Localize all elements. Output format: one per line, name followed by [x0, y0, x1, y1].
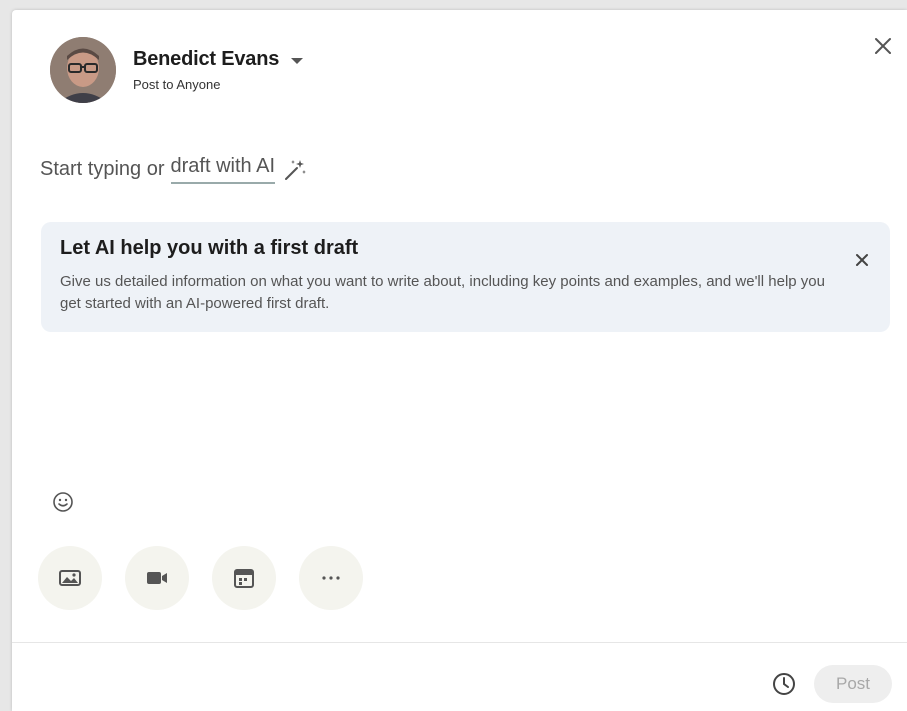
close-icon[interactable]	[871, 34, 895, 58]
post-composer-modal: Benedict Evans Post to Anyone Start typi…	[12, 10, 907, 711]
ai-card-title: Let AI help you with a first draft	[60, 237, 359, 259]
more-options-button[interactable]	[299, 546, 363, 610]
add-media-button[interactable]	[38, 546, 102, 610]
calendar-icon	[234, 569, 254, 588]
add-video-button[interactable]	[125, 546, 189, 610]
media-toolbar	[38, 546, 386, 610]
image-icon	[59, 570, 81, 586]
video-icon	[147, 572, 167, 584]
composer-prompt[interactable]: Start typing or draft with AI	[40, 155, 307, 184]
avatar	[50, 37, 116, 103]
more-icon	[322, 576, 340, 580]
ai-draft-card: Let AI help you with a first draft Give …	[41, 222, 890, 332]
author-info: Benedict Evans Post to Anyone	[133, 48, 304, 92]
ai-card-description: Give us detailed information on what you…	[60, 273, 825, 312]
caret-down-icon	[291, 58, 304, 64]
close-icon[interactable]	[854, 252, 870, 268]
author-name: Benedict Evans	[133, 48, 280, 70]
magic-wand-icon[interactable]	[283, 158, 307, 182]
post-button[interactable]: Post	[814, 665, 892, 703]
composer-placeholder: Start typing or	[40, 158, 165, 180]
footer-divider	[12, 642, 907, 643]
create-event-button[interactable]	[212, 546, 276, 610]
author-selector[interactable]: Benedict Evans Post to Anyone	[50, 37, 304, 103]
draft-with-ai-link[interactable]: draft with AI	[170, 155, 276, 184]
audience-label: Post to Anyone	[133, 77, 221, 92]
clock-icon[interactable]	[770, 670, 798, 698]
author-name-row: Benedict Evans	[133, 48, 304, 71]
emoji-icon[interactable]	[51, 490, 75, 514]
